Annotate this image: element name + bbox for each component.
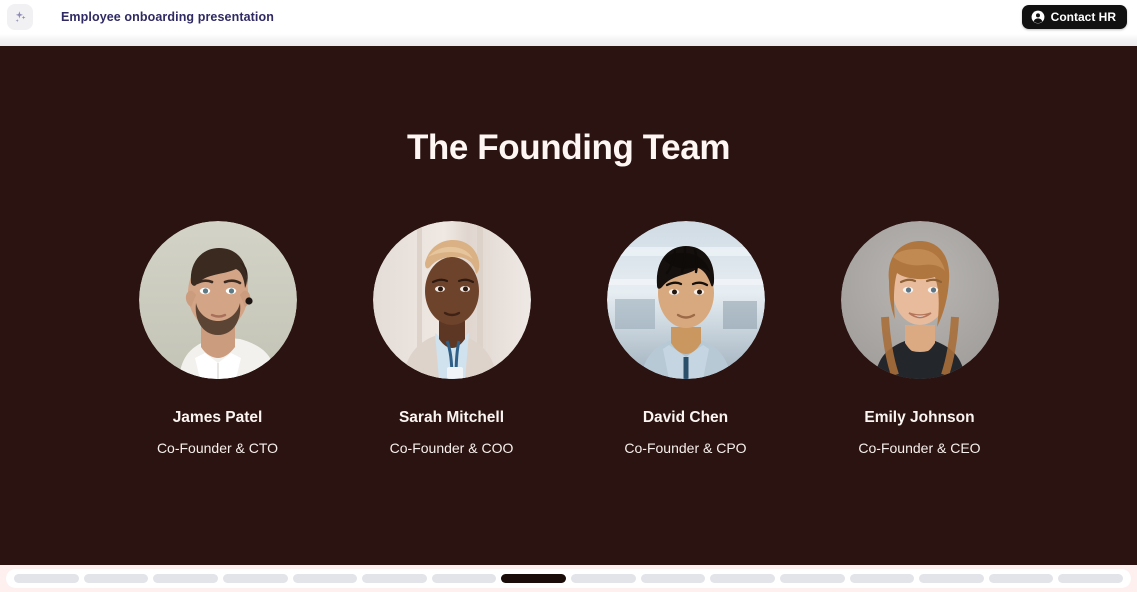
document-title: Employee onboarding presentation [61,10,274,24]
toolbar-divider [0,34,1137,46]
avatar [138,221,297,379]
account-circle-icon [1031,10,1045,24]
member-role: Co-Founder & CPO [624,440,747,456]
team-member-card[interactable]: Emily Johnson Co-Founder & CEO [840,221,999,456]
slide-content: The Founding Team James Patel Co-Founder… [0,46,1137,565]
member-role: Co-Founder & CTO [156,440,279,456]
slide-pill[interactable] [153,574,218,583]
team-member-card[interactable]: Sarah Mitchell Co-Founder & COO [372,221,531,456]
team-member-card[interactable]: James Patel Co-Founder & CTO [138,221,297,456]
slide-pill[interactable] [431,574,497,583]
contact-hr-button[interactable]: Contact HR [1021,5,1127,29]
member-role: Co-Founder & CEO [858,440,981,456]
slide-pill[interactable] [571,574,636,583]
slide-pill[interactable] [292,574,358,583]
top-bar: Employee onboarding presentation Contact… [0,0,1137,34]
app-logo-button[interactable] [7,4,33,30]
slide-pill[interactable] [919,574,984,583]
slide-canvas[interactable]: The Founding Team James Patel Co-Founder… [0,46,1137,565]
slide-pill-track [6,569,1131,588]
team-member-row: James Patel Co-Founder & CTO Sarah Mitch… [0,221,1137,456]
slide-pill[interactable] [988,574,1054,583]
slide-pill[interactable] [14,574,79,583]
member-name: Emily Johnson [864,409,975,426]
slide-pill[interactable] [710,574,775,583]
slide-pill[interactable] [849,574,915,583]
member-name: James Patel [172,409,263,426]
slide-pill[interactable] [779,574,845,583]
slide-pill[interactable] [640,574,706,583]
member-name: David Chen [642,409,729,426]
slide-navigator [0,565,1137,592]
member-name: Sarah Mitchell [398,409,505,426]
sparkles-icon [12,9,28,25]
presentation-app: Employee onboarding presentation Contact… [0,0,1137,592]
slide-pill[interactable] [83,574,149,583]
slide-pill[interactable] [1058,574,1123,583]
slide-pill[interactable] [362,574,427,583]
contact-hr-label: Contact HR [1050,10,1116,24]
slide-pill-active[interactable] [501,574,566,583]
avatar [372,221,531,379]
team-member-card[interactable]: David Chen Co-Founder & CPO [606,221,765,456]
avatar [606,221,765,379]
slide-title: The Founding Team [406,128,731,167]
avatar [840,221,999,379]
member-role: Co-Founder & COO [389,440,514,456]
slide-pill[interactable] [222,574,288,583]
